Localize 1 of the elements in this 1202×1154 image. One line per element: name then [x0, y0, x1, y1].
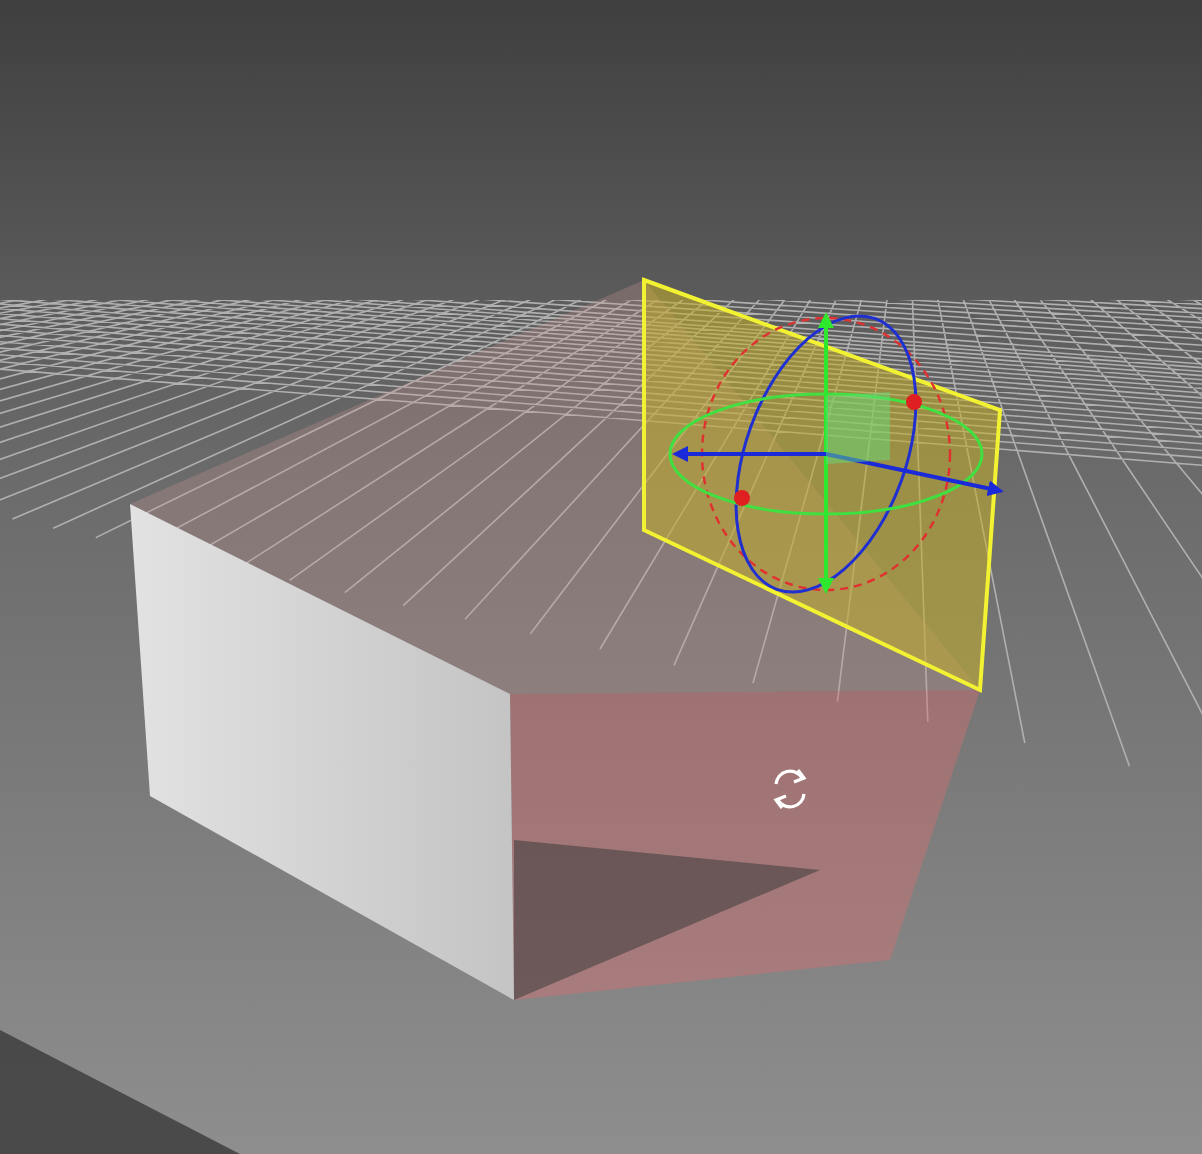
rotate-cursor-icon: [773, 769, 807, 809]
